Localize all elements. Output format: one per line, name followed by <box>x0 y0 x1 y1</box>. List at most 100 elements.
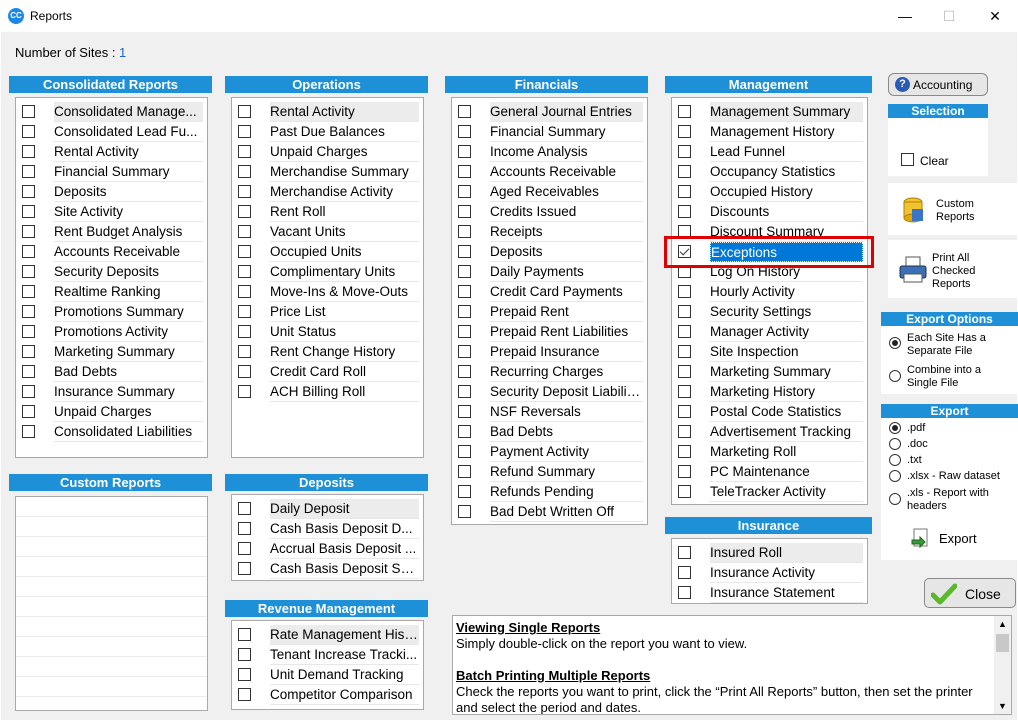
financials-report-item[interactable]: Bad Debt Written Off <box>452 502 647 522</box>
operations-report-item[interactable]: Past Due Balances <box>232 122 423 142</box>
operations-report-item[interactable]: Merchandise Summary <box>232 162 423 182</box>
doc-radio[interactable] <box>889 438 901 450</box>
deposits-report-item[interactable]: Cash Basis Deposit D... <box>232 519 423 539</box>
consolidated-report-item[interactable]: Marketing Summary <box>16 342 207 362</box>
revenue-report-label[interactable]: Tenant Increase Tracki... <box>270 645 419 665</box>
consolidated-report-label[interactable]: Security Deposits <box>54 262 203 282</box>
deposits-report-label[interactable]: Cash Basis Deposit D... <box>270 519 419 539</box>
financials-report-checkbox[interactable] <box>458 405 471 418</box>
operations-report-checkbox[interactable] <box>238 285 251 298</box>
financials-report-item[interactable]: Aged Receivables <box>452 182 647 202</box>
financials-report-item[interactable]: Bad Debts <box>452 422 647 442</box>
financials-report-item[interactable]: Receipts <box>452 222 647 242</box>
scroll-down-arrow-icon[interactable]: ▼ <box>998 701 1007 711</box>
consolidated-report-item[interactable]: Promotions Activity <box>16 322 207 342</box>
consolidated-report-item[interactable]: Insurance Summary <box>16 382 207 402</box>
financials-report-checkbox[interactable] <box>458 185 471 198</box>
revenue-report-checkbox[interactable] <box>238 628 251 641</box>
consolidated-report-checkbox[interactable] <box>22 205 35 218</box>
financials-report-item[interactable]: Prepaid Rent Liabilities <box>452 322 647 342</box>
management-report-item[interactable]: TeleTracker Activity <box>672 482 867 502</box>
operations-report-checkbox[interactable] <box>238 165 251 178</box>
operations-report-label[interactable]: Unpaid Charges <box>270 142 419 162</box>
management-report-item[interactable]: Site Inspection <box>672 342 867 362</box>
consolidated-report-label[interactable]: Financial Summary <box>54 162 203 182</box>
operations-report-label[interactable]: Past Due Balances <box>270 122 419 142</box>
insurance-report-item[interactable]: Insurance Activity <box>672 563 867 583</box>
operations-report-checkbox[interactable] <box>238 225 251 238</box>
financials-report-label[interactable]: Recurring Charges <box>490 362 643 382</box>
operations-report-item[interactable]: Occupied Units <box>232 242 423 262</box>
management-report-label[interactable]: Marketing Summary <box>710 362 863 382</box>
financials-report-checkbox[interactable] <box>458 385 471 398</box>
consolidated-report-checkbox[interactable] <box>22 305 35 318</box>
management-report-label[interactable]: Management Summary <box>710 102 863 122</box>
print-all-checked-reports-button[interactable]: Print All Checked Reports <box>888 240 1018 298</box>
management-report-item[interactable]: Marketing Roll <box>672 442 867 462</box>
consolidated-report-checkbox[interactable] <box>22 225 35 238</box>
operations-report-checkbox[interactable] <box>238 205 251 218</box>
financials-report-item[interactable]: Credits Issued <box>452 202 647 222</box>
operations-report-item[interactable]: Complimentary Units <box>232 262 423 282</box>
custom-reports-button[interactable]: Custom Reports <box>888 183 1018 235</box>
insurance-report-label[interactable]: Insurance Activity <box>710 563 863 583</box>
insurance-report-checkbox[interactable] <box>678 586 691 599</box>
consolidated-report-label[interactable]: Promotions Activity <box>54 322 203 342</box>
management-report-label[interactable]: Advertisement Tracking <box>710 422 863 442</box>
financials-report-item[interactable]: Recurring Charges <box>452 362 647 382</box>
deposits-report-label[interactable]: Accrual Basis Deposit ... <box>270 539 419 559</box>
deposits-report-checkbox[interactable] <box>238 502 251 515</box>
operations-report-checkbox[interactable] <box>238 305 251 318</box>
consolidated-report-item[interactable]: Consolidated Manage... <box>16 102 207 122</box>
operations-report-label[interactable]: Vacant Units <box>270 222 419 242</box>
financials-report-label[interactable]: Prepaid Rent Liabilities <box>490 322 643 342</box>
close-window-button[interactable]: ✕ <box>980 4 1010 28</box>
management-report-checkbox[interactable] <box>678 465 691 478</box>
management-report-checkbox[interactable] <box>678 425 691 438</box>
management-report-item[interactable]: PC Maintenance <box>672 462 867 482</box>
operations-report-label[interactable]: ACH Billing Roll <box>270 382 419 402</box>
operations-report-item[interactable]: Merchandise Activity <box>232 182 423 202</box>
management-report-item[interactable]: Management Summary <box>672 102 867 122</box>
management-report-item[interactable]: Lead Funnel <box>672 142 867 162</box>
consolidated-report-item[interactable]: Rental Activity <box>16 142 207 162</box>
consolidated-report-label[interactable]: Bad Debts <box>54 362 203 382</box>
financials-report-label[interactable]: General Journal Entries <box>490 102 643 122</box>
consolidated-report-label[interactable]: Site Activity <box>54 202 203 222</box>
operations-report-checkbox[interactable] <box>238 345 251 358</box>
help-scrollbar[interactable]: ▲ ▼ <box>994 616 1011 714</box>
management-report-item[interactable]: Marketing History <box>672 382 867 402</box>
management-report-item[interactable]: Occupancy Statistics <box>672 162 867 182</box>
operations-report-checkbox[interactable] <box>238 185 251 198</box>
financials-report-checkbox[interactable] <box>458 225 471 238</box>
management-report-checkbox[interactable] <box>678 105 691 118</box>
insurance-report-checkbox[interactable] <box>678 546 691 559</box>
consolidated-report-label[interactable]: Consolidated Manage... <box>54 102 203 122</box>
operations-report-item[interactable]: Rent Roll <box>232 202 423 222</box>
consolidated-report-label[interactable]: Consolidated Liabilities <box>54 422 203 442</box>
management-report-checkbox[interactable] <box>678 185 691 198</box>
management-report-item[interactable]: Marketing Summary <box>672 362 867 382</box>
consolidated-report-item[interactable]: Promotions Summary <box>16 302 207 322</box>
consolidated-report-checkbox[interactable] <box>22 325 35 338</box>
revenue-report-item[interactable]: Tenant Increase Tracki... <box>232 645 423 665</box>
export-button[interactable]: Export <box>911 528 991 552</box>
financials-report-item[interactable]: Prepaid Insurance <box>452 342 647 362</box>
financials-report-label[interactable]: Aged Receivables <box>490 182 643 202</box>
consolidated-report-item[interactable]: Financial Summary <box>16 162 207 182</box>
financials-report-checkbox[interactable] <box>458 465 471 478</box>
operations-report-checkbox[interactable] <box>238 385 251 398</box>
financials-report-label[interactable]: Credit Card Payments <box>490 282 643 302</box>
management-report-item[interactable]: Postal Code Statistics <box>672 402 867 422</box>
financials-report-checkbox[interactable] <box>458 165 471 178</box>
operations-report-label[interactable]: Unit Status <box>270 322 419 342</box>
management-report-checkbox[interactable] <box>678 125 691 138</box>
consolidated-report-checkbox[interactable] <box>22 145 35 158</box>
management-report-item[interactable]: Security Settings <box>672 302 867 322</box>
operations-report-label[interactable]: Rent Roll <box>270 202 419 222</box>
consolidated-report-item[interactable]: Rent Budget Analysis <box>16 222 207 242</box>
operations-report-checkbox[interactable] <box>238 245 251 258</box>
financials-report-checkbox[interactable] <box>458 345 471 358</box>
consolidated-report-checkbox[interactable] <box>22 125 35 138</box>
management-report-item[interactable]: Hourly Activity <box>672 282 867 302</box>
